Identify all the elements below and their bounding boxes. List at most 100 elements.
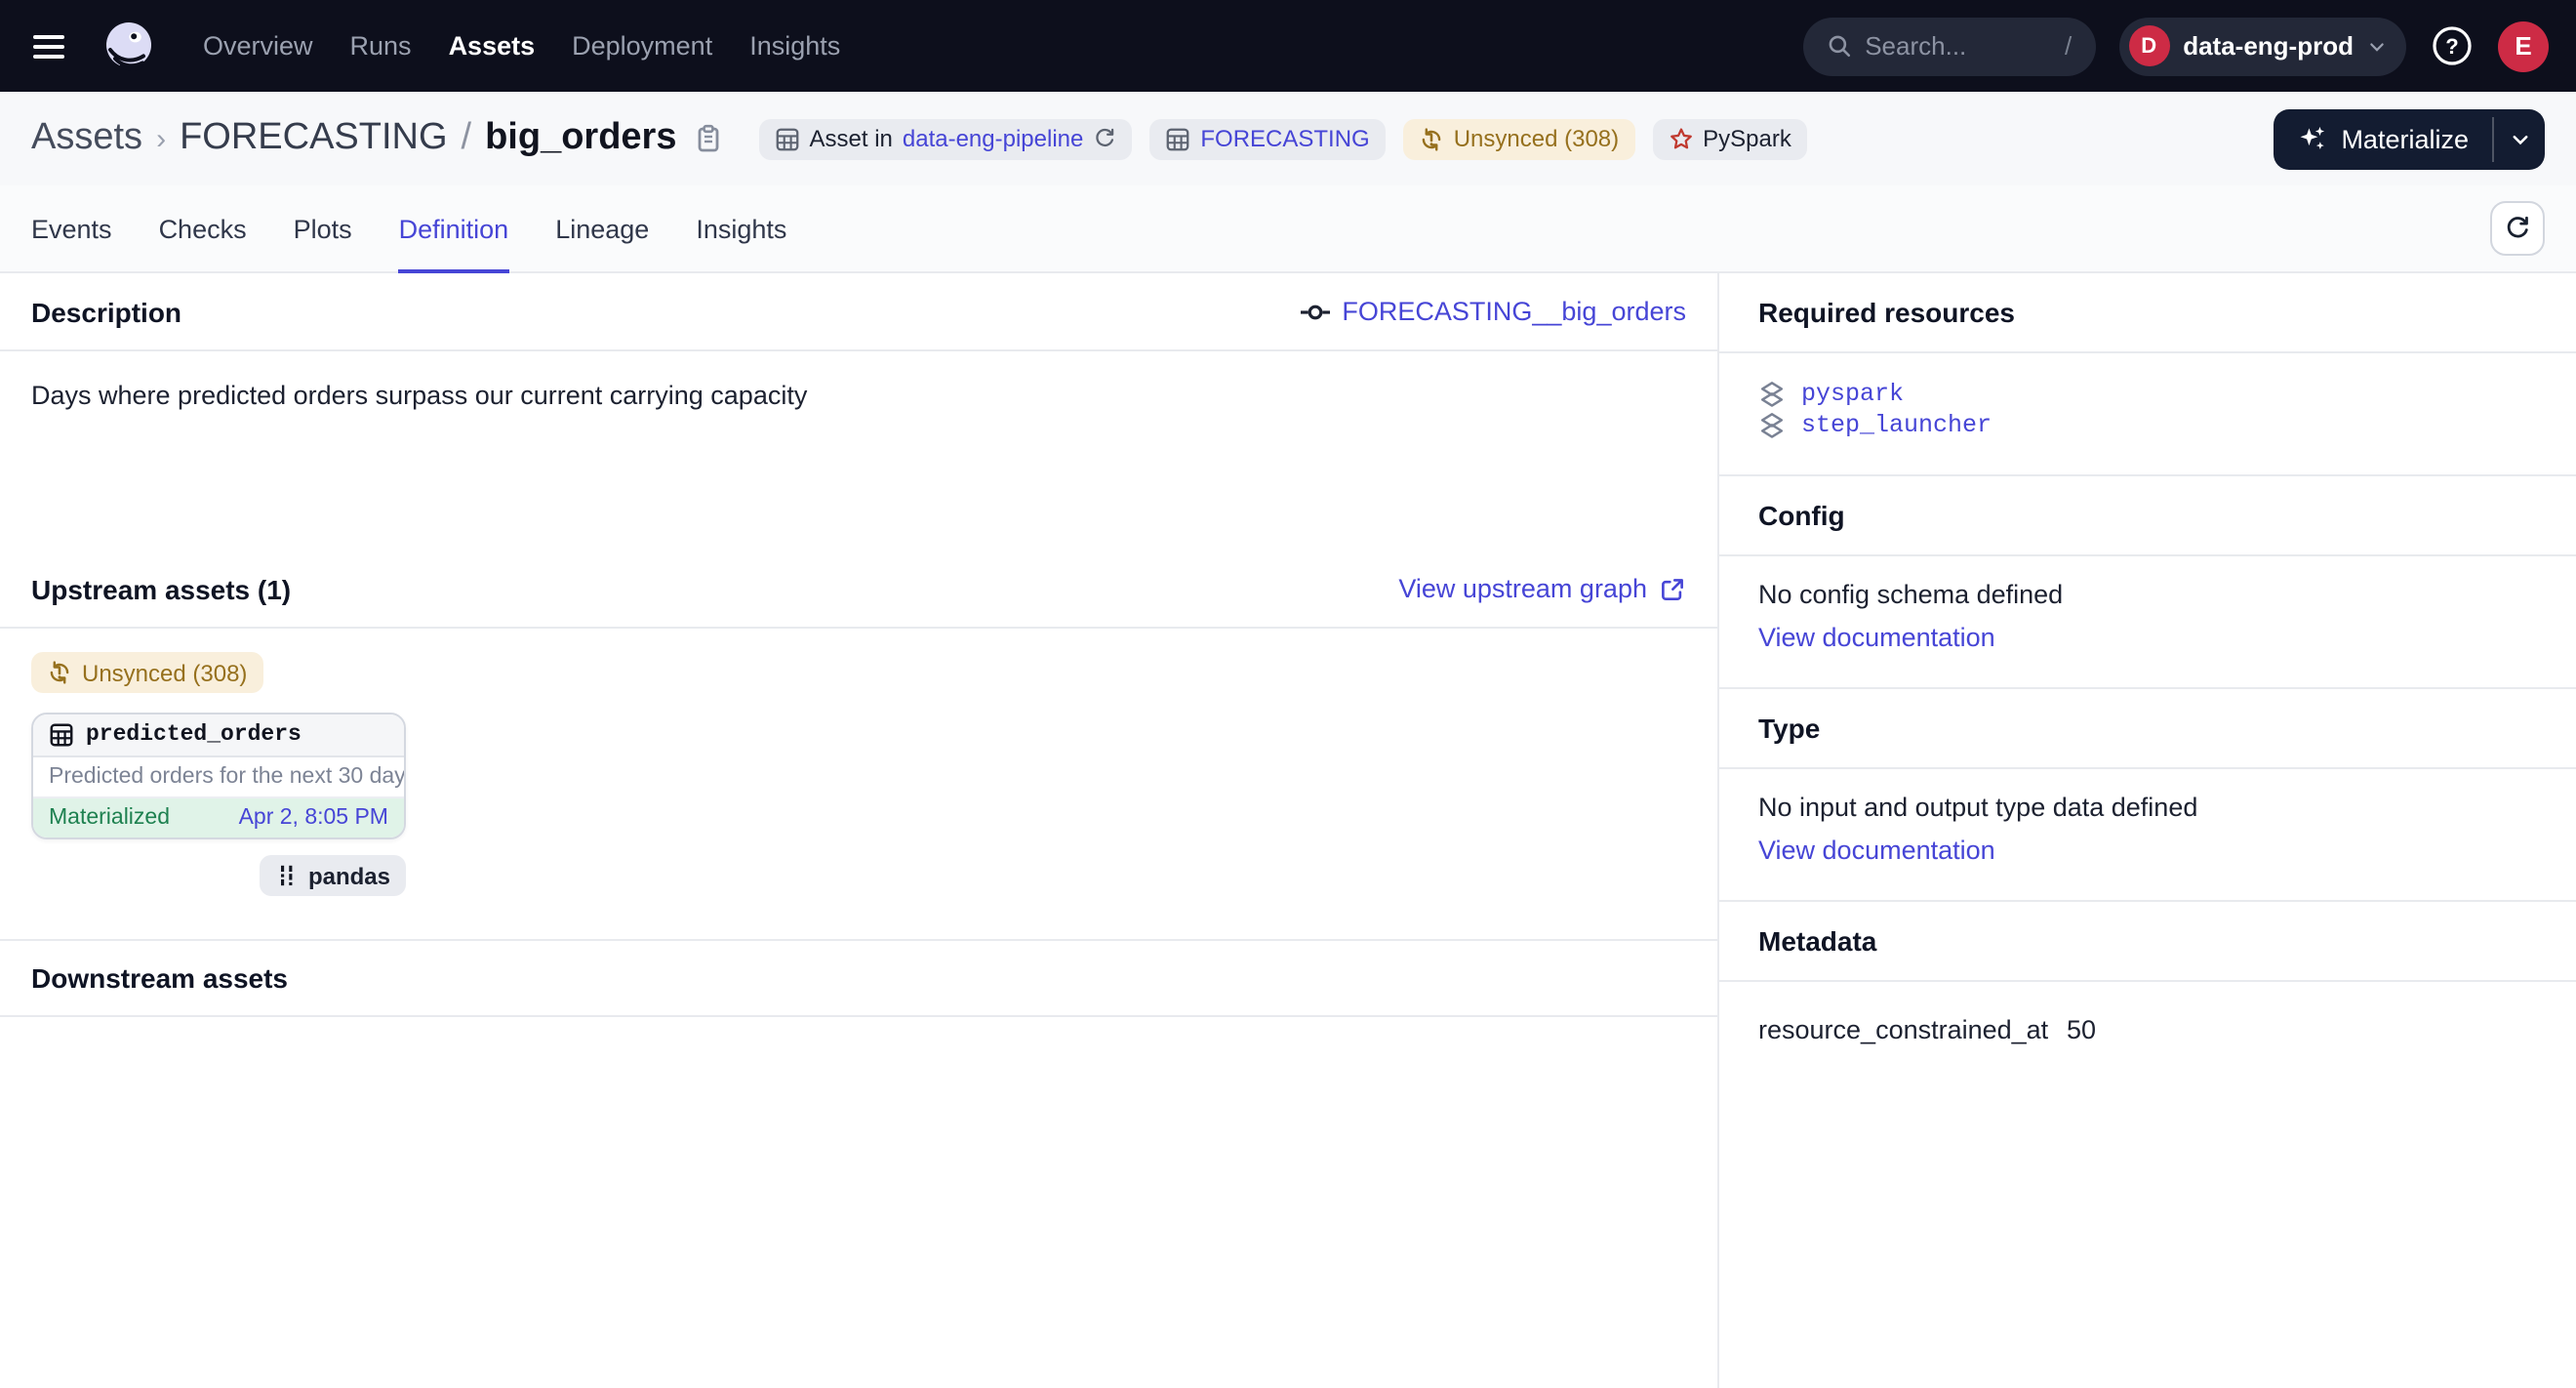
job-link[interactable]: FORECASTING__big_orders — [1342, 297, 1686, 326]
refresh-button[interactable] — [2490, 201, 2545, 256]
type-view-documentation-link[interactable]: View documentation — [1758, 836, 1995, 865]
materialize-split-button: Materialize — [2273, 108, 2545, 169]
resource-link-step-launcher[interactable]: step_launcher — [1801, 412, 1992, 439]
search-shortcut-hint: / — [2065, 31, 2072, 61]
config-empty-text: No config schema defined — [1758, 580, 2537, 609]
asset-header-row: Assets › FORECASTING / big_orders Asset … — [0, 92, 2576, 185]
menu-icon[interactable] — [27, 20, 78, 71]
pyspark-label: PySpark — [1703, 125, 1791, 152]
breadcrumb-assets[interactable]: Assets — [31, 117, 142, 160]
asset-name: big_orders — [485, 117, 676, 160]
clipboard-icon — [693, 123, 724, 154]
materialized-status: Materialized — [49, 806, 170, 830]
upstream-section-header: Upstream assets (1) View upstream graph — [0, 551, 1717, 629]
group-tag[interactable]: FORECASTING — [1149, 118, 1385, 159]
external-link-icon — [1659, 575, 1686, 602]
upstream-asset-card[interactable]: predicted_orders Predicted orders for th… — [31, 713, 406, 839]
resource-item: step_launcher — [1758, 412, 2537, 439]
search-input[interactable]: Search... / — [1802, 17, 2095, 75]
type-body: No input and output type data defined Vi… — [1719, 769, 2576, 902]
pandas-label: pandas — [308, 862, 390, 889]
pipeline-link[interactable]: data-eng-pipeline — [903, 125, 1084, 152]
dagster-asset-page: Overview Runs Assets Deployment Insights… — [0, 0, 2576, 1388]
required-resources-title: Required resources — [1758, 297, 2015, 328]
asset-in-label: Asset in — [810, 125, 893, 152]
downstream-title: Downstream assets — [31, 962, 288, 994]
materialize-label: Materialize — [2341, 124, 2469, 153]
asset-tabs: Events Checks Plots Definition Lineage I… — [31, 185, 786, 271]
breadcrumb: Assets › FORECASTING / big_orders — [31, 117, 677, 160]
upstream-unsynced-badge[interactable]: Unsynced (308) — [31, 652, 262, 693]
search-icon — [1826, 33, 1851, 59]
breadcrumb-group: FORECASTING — [180, 117, 447, 160]
refresh-icon — [2504, 215, 2531, 242]
copy-asset-name-button[interactable] — [693, 123, 724, 154]
definition-sidebar: Required resources pyspark step_launcher… — [1717, 273, 2576, 1388]
tab-definition[interactable]: Definition — [399, 185, 509, 271]
deployment-name: data-eng-prod — [2183, 31, 2354, 61]
asset-in-pipeline-tag[interactable]: Asset in data-eng-pipeline — [759, 118, 1133, 159]
metadata-header: Metadata — [1719, 902, 2576, 982]
tab-plots[interactable]: Plots — [294, 185, 352, 271]
chevron-down-icon — [2509, 128, 2530, 149]
upstream-asset-name[interactable]: predicted_orders — [86, 722, 302, 748]
help-icon[interactable]: ? — [2430, 23, 2475, 68]
config-body: No config schema defined View documentat… — [1719, 556, 2576, 689]
nav-overview[interactable]: Overview — [203, 31, 313, 61]
metadata-body: resource_constrained_at 50 — [1719, 982, 2576, 1076]
nav-runs[interactable]: Runs — [350, 31, 412, 61]
tab-events[interactable]: Events — [31, 185, 112, 271]
config-view-documentation-link[interactable]: View documentation — [1758, 623, 1995, 652]
breadcrumb-separator: › — [156, 123, 166, 156]
metadata-key: resource_constrained_at — [1758, 1015, 2067, 1044]
resource-item: pyspark — [1758, 381, 2537, 408]
tab-insights[interactable]: Insights — [696, 185, 786, 271]
metadata-title: Metadata — [1758, 925, 1876, 957]
tab-lineage[interactable]: Lineage — [555, 185, 649, 271]
sync-alert-icon — [1419, 126, 1444, 151]
unsynced-tag[interactable]: Unsynced (308) — [1403, 118, 1634, 159]
config-title: Config — [1758, 500, 1845, 531]
dagster-logo-icon[interactable] — [101, 19, 156, 73]
materialize-button[interactable]: Materialize — [2273, 108, 2492, 169]
tab-checks[interactable]: Checks — [159, 185, 247, 271]
unsynced-label: Unsynced (308) — [1454, 125, 1619, 152]
type-header: Type — [1719, 689, 2576, 769]
nav-insights[interactable]: Insights — [749, 31, 840, 61]
metadata-value: 50 — [2067, 1015, 2096, 1044]
table-icon — [775, 126, 800, 151]
description-section-header: Description FORECASTING__big_orders — [0, 273, 1717, 351]
required-resources-body: pyspark step_launcher — [1719, 353, 2576, 476]
upstream-unsynced-label: Unsynced (308) — [82, 659, 247, 686]
pyspark-tag[interactable]: PySpark — [1652, 118, 1807, 159]
pandas-icon — [275, 863, 299, 888]
primary-nav: Overview Runs Assets Deployment Insights — [203, 31, 840, 61]
deployment-badge: D — [2128, 25, 2169, 66]
definition-main-column: Description FORECASTING__big_orders Days… — [0, 273, 1717, 1388]
nav-assets[interactable]: Assets — [449, 31, 536, 61]
nav-deployment[interactable]: Deployment — [572, 31, 712, 61]
resource-link-pyspark[interactable]: pyspark — [1801, 381, 1904, 408]
downstream-section-header: Downstream assets — [0, 939, 1717, 1017]
chevron-down-icon — [2367, 36, 2387, 56]
deployment-switcher[interactable]: D data-eng-prod — [2118, 17, 2406, 75]
asset-tabs-row: Events Checks Plots Definition Lineage I… — [0, 185, 2576, 273]
top-navigation-bar: Overview Runs Assets Deployment Insights… — [0, 0, 2576, 92]
svg-text:?: ? — [2445, 34, 2458, 59]
type-empty-text: No input and output type data defined — [1758, 793, 2537, 822]
user-avatar[interactable]: E — [2498, 20, 2549, 71]
layers-icon — [1758, 381, 1786, 408]
reload-icon[interactable] — [1093, 127, 1116, 150]
group-link[interactable]: FORECASTING — [1200, 125, 1369, 152]
search-placeholder: Search... — [1865, 31, 2051, 61]
view-upstream-graph-link[interactable]: View upstream graph — [1398, 574, 1647, 603]
type-title: Type — [1758, 713, 1820, 744]
star-icon — [1668, 126, 1693, 151]
upstream-title: Upstream assets (1) — [31, 573, 291, 604]
materialized-timestamp-link[interactable]: Apr 2, 8:05 PM — [239, 806, 388, 830]
table-icon — [49, 722, 74, 748]
materialize-options-button[interactable] — [2494, 108, 2545, 169]
layers-icon — [1758, 412, 1786, 439]
pandas-compute-tag[interactable]: pandas — [260, 855, 406, 896]
upstream-asset-description: Predicted orders for the next 30 day... — [33, 757, 404, 798]
